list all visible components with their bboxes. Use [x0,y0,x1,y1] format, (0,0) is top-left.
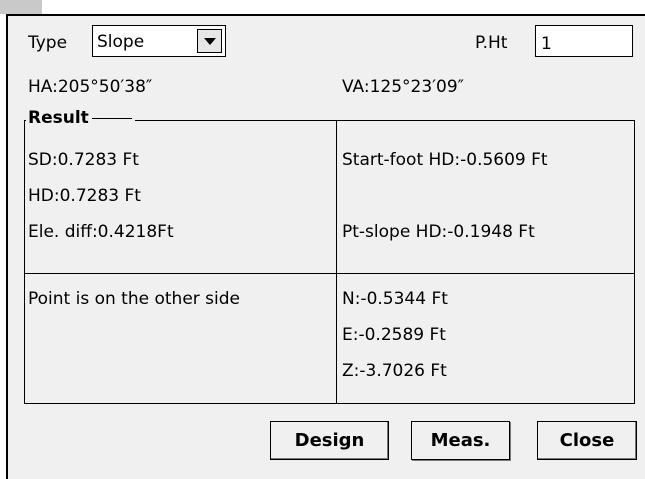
type-select-value: Slope [97,32,145,52]
result-column-divider [336,120,337,404]
type-select[interactable]: Slope [92,25,226,57]
design-button[interactable]: Design [270,421,389,460]
meas-button[interactable]: Meas. [411,421,510,460]
stakeout-dialog: Type Slope P.Ht HA:205°50′38″ VA:125°23′… [6,14,645,479]
type-label: Type [28,33,68,53]
title-tab [0,0,42,14]
close-button[interactable]: Close [537,421,637,460]
chevron-down-icon[interactable] [197,29,222,53]
pht-input[interactable] [535,25,633,57]
pt-slope-hd: Pt-slope HD:-0.1948 Ft [342,222,535,242]
result-legend: Result [26,108,135,128]
east-offset: E:-0.2589 Ft [342,325,446,345]
pht-label: P.Ht [475,33,508,53]
vertical-angle: VA:125°23′09″ [342,77,465,97]
elevation-offset: Z:-3.7026 Ft [342,361,447,381]
slope-distance: SD:0.7283 Ft [28,150,139,170]
side-message: Point is on the other side [28,289,241,309]
horizontal-distance: HD:0.7283 Ft [28,186,141,206]
north-offset: N:-0.5344 Ft [342,289,448,309]
elevation-difference: Ele. diff:0.4218Ft [28,222,174,242]
horizontal-angle: HA:205°50′38″ [28,77,153,97]
result-row-divider [24,273,635,274]
start-foot-hd: Start-foot HD:-0.5609 Ft [342,150,548,170]
